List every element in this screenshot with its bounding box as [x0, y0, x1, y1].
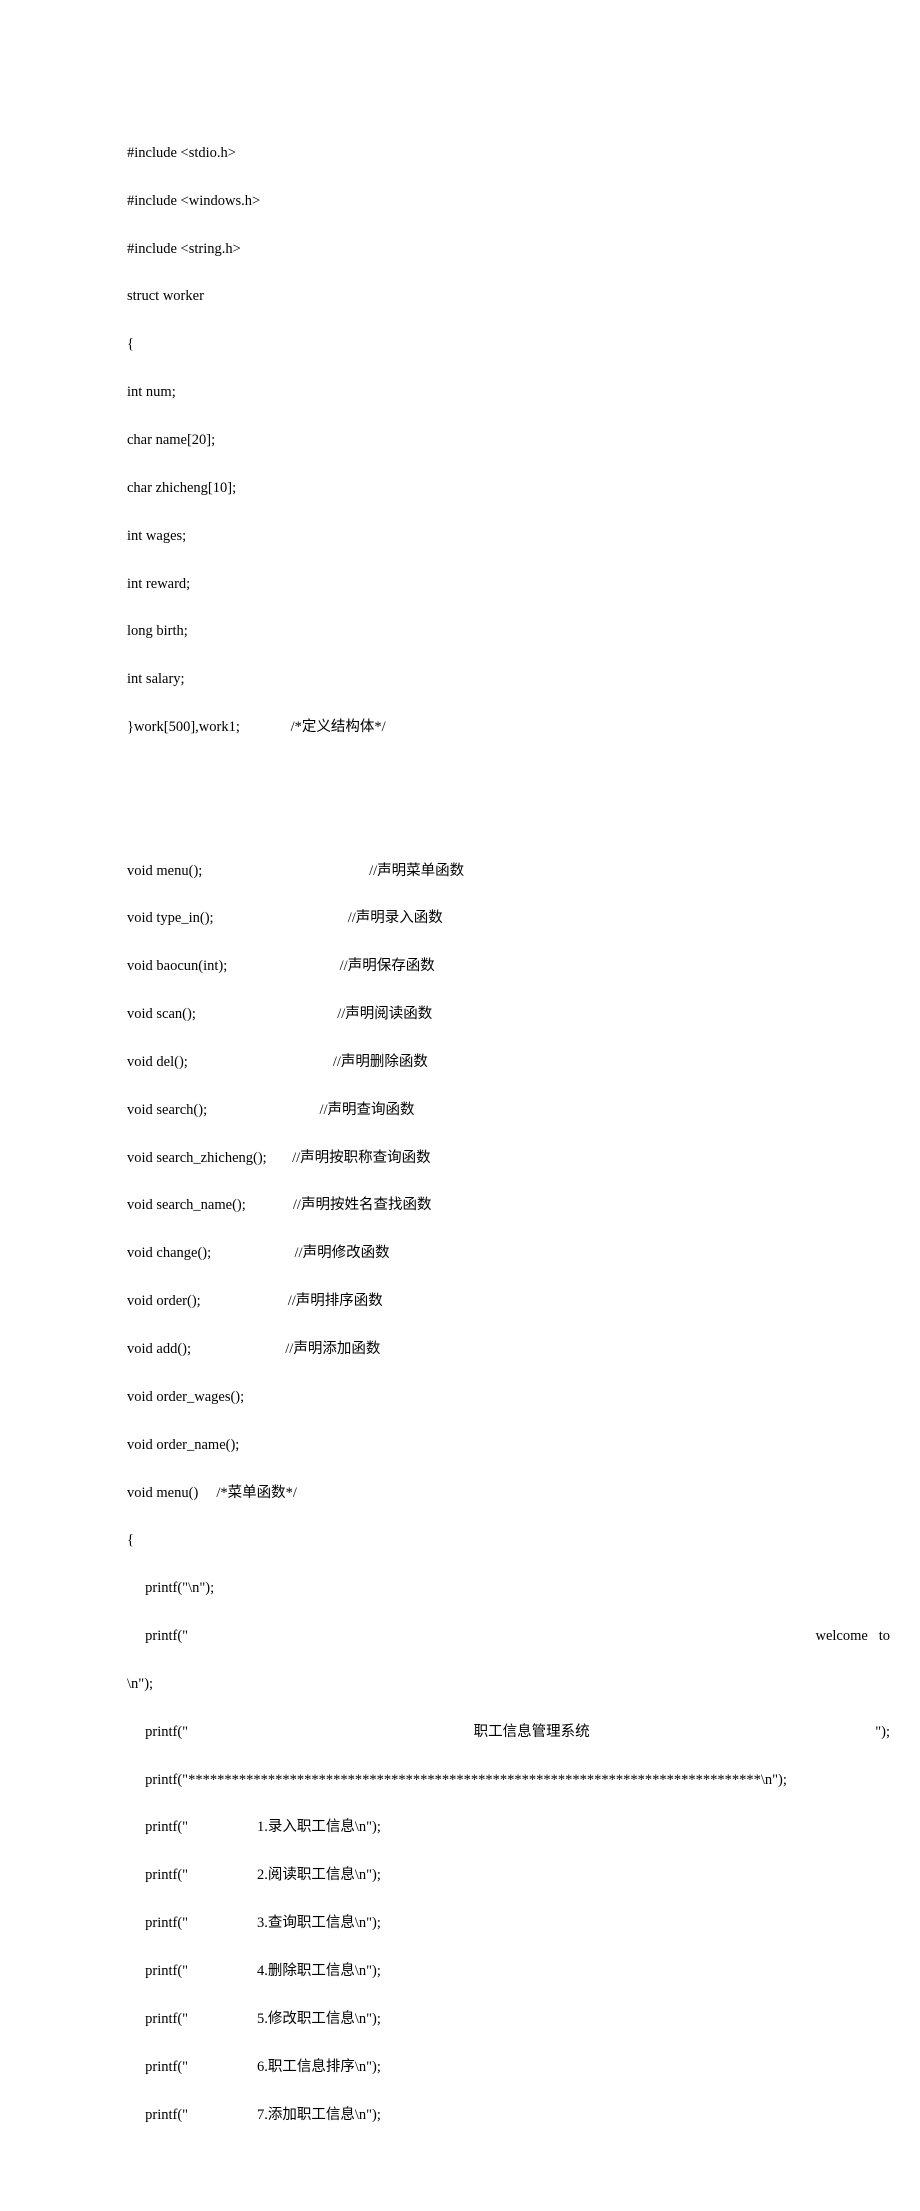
code-line: void search_name(); //声明按姓名查找函数 [127, 1194, 890, 1218]
code-line: printf(" 3.查询职工信息\n"); [127, 1912, 890, 1936]
code-line: void change(); //声明修改函数 [127, 1242, 890, 1266]
code-text: void change(); [127, 1245, 211, 1261]
code-line: }work[500],work1; /*定义结构体*/ [127, 716, 890, 740]
code-line: long birth; [127, 620, 890, 644]
inline-space [191, 1341, 285, 1357]
code-line: { [127, 333, 890, 357]
code-comment: //声明阅读函数 [337, 1006, 432, 1022]
code-comment: //声明按职称查询函数 [292, 1150, 431, 1166]
code-text: "); [875, 1721, 890, 1745]
code-text: void search_name(); [127, 1197, 246, 1213]
code-text: printf(" [127, 1625, 188, 1649]
code-comment: //声明添加函数 [285, 1341, 380, 1357]
code-text: void search(); [127, 1102, 207, 1118]
code-line: void menu() /*菜单函数*/ [127, 1482, 890, 1506]
code-line: printf(" 7.添加职工信息\n"); [127, 2104, 890, 2128]
code-comment: //声明查询函数 [320, 1102, 415, 1118]
code-line: void order_name(); [127, 1434, 890, 1458]
code-text: void type_in(); [127, 910, 214, 926]
code-line: #include <windows.h> [127, 190, 890, 214]
code-text: void order(); [127, 1293, 201, 1309]
code-comment: //声明按姓名查找函数 [293, 1197, 432, 1213]
document-page: #include <stdio.h> #include <windows.h> … [0, 0, 920, 2211]
inline-space [240, 719, 291, 735]
code-text: void menu(); [127, 863, 202, 879]
code-line: char zhicheng[10]; [127, 477, 890, 501]
inline-space [246, 1197, 293, 1213]
inline-space [188, 1054, 333, 1070]
inline-space [211, 1245, 294, 1261]
inline-space [202, 863, 369, 879]
code-line: struct worker [127, 285, 890, 309]
inline-space [267, 1150, 292, 1166]
code-line: void add(); //声明添加函数 [127, 1338, 890, 1362]
code-line: printf(" 2.阅读职工信息\n"); [127, 1864, 890, 1888]
code-text: void baocun(int); [127, 958, 227, 974]
inline-space [196, 1006, 337, 1022]
inline-space [207, 1102, 319, 1118]
inline-space [201, 1293, 288, 1309]
inline-space [214, 910, 348, 926]
code-line: void search_zhicheng(); //声明按职称查询函数 [127, 1147, 890, 1171]
code-line: void type_in(); //声明录入函数 [127, 907, 890, 931]
code-text: void del(); [127, 1054, 188, 1070]
code-line: int salary; [127, 668, 890, 692]
code-line: { [127, 1529, 890, 1553]
blank-line [127, 764, 890, 788]
code-line: #include <string.h> [127, 238, 890, 262]
blank-line [127, 812, 890, 836]
code-comment: /*定义结构体*/ [291, 719, 386, 735]
code-line: void menu(); //声明菜单函数 [127, 860, 890, 884]
code-comment: //声明保存函数 [340, 958, 435, 974]
code-text: void add(); [127, 1341, 191, 1357]
code-line: void search(); //声明查询函数 [127, 1099, 890, 1123]
code-text: printf(" [127, 1721, 188, 1745]
code-text: void scan(); [127, 1006, 196, 1022]
code-line: printf(" 6.职工信息排序\n"); [127, 2056, 890, 2080]
code-line: void del(); //声明删除函数 [127, 1051, 890, 1075]
code-line: void order(); //声明排序函数 [127, 1290, 890, 1314]
code-line: \n"); [127, 1673, 890, 1697]
code-line: #include <stdio.h> [127, 142, 890, 166]
code-comment: //声明录入函数 [348, 910, 443, 926]
code-comment: //声明排序函数 [288, 1293, 383, 1309]
code-line: char name[20]; [127, 429, 890, 453]
code-line: int num; [127, 381, 890, 405]
code-line: printf(" 5.修改职工信息\n"); [127, 2008, 890, 2032]
code-line: void baocun(int); //声明保存函数 [127, 955, 890, 979]
code-text: void search_zhicheng(); [127, 1150, 267, 1166]
code-line: printf(" 4.删除职工信息\n"); [127, 1960, 890, 1984]
code-comment: //声明菜单函数 [369, 863, 464, 879]
code-line: printf(" 1.录入职工信息\n"); [127, 1816, 890, 1840]
code-text: }work[500],work1; [127, 719, 240, 735]
code-line: int wages; [127, 525, 890, 549]
code-line: printf(" welcome to [127, 1625, 890, 1649]
code-line: void scan(); //声明阅读函数 [127, 1003, 890, 1027]
code-line: printf(" 职工信息管理系统 "); [127, 1721, 890, 1745]
code-line: int reward; [127, 573, 890, 597]
inline-space [227, 958, 339, 974]
code-line: void order_wages(); [127, 1386, 890, 1410]
code-text: 职工信息管理系统 [474, 1721, 590, 1745]
code-comment: //声明删除函数 [333, 1054, 428, 1070]
code-line: printf("\n"); [127, 1577, 890, 1601]
code-line: printf("********************************… [127, 1769, 890, 1793]
code-comment: //声明修改函数 [295, 1245, 390, 1261]
code-text: welcome to [816, 1625, 891, 1649]
